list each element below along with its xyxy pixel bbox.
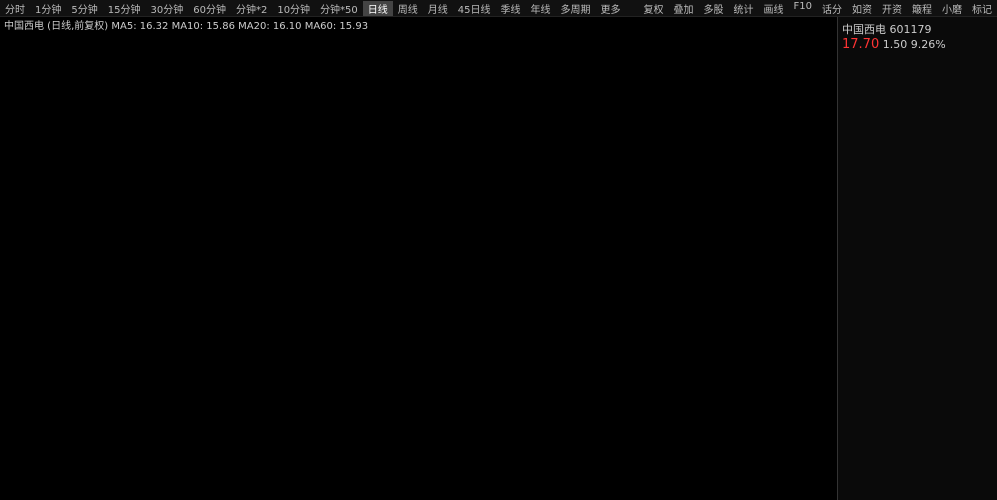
stock-header: 中国西电 601179 — [842, 21, 993, 37]
period-tab[interactable]: 年线 — [526, 1, 556, 16]
toolbar-button[interactable]: 多股 — [699, 1, 729, 16]
toolbar-button[interactable]: 复权 — [639, 1, 669, 16]
period-tab[interactable]: 5分钟 — [66, 1, 102, 16]
period-tab[interactable]: 分钟*2 — [231, 1, 272, 16]
toolbar-button[interactable]: 统计 — [729, 1, 759, 16]
period-tab[interactable]: 日线 — [362, 0, 393, 16]
quote-line: 17.70 1.50 9.26% — [842, 37, 993, 52]
period-tab[interactable]: 分时 — [0, 1, 30, 16]
period-tabs: 分时 1分钟 5分钟 15分钟 30分钟 60分钟 分钟*2 10分钟 分钟*50 日线 周线 月线 4… — [0, 0, 626, 16]
toolbar-button[interactable]: 小磨 — [937, 1, 967, 16]
toolbar-button[interactable]: 画线 — [759, 1, 789, 16]
period-tab[interactable]: 10分钟 — [272, 1, 315, 16]
period-tab[interactable]: 60分钟 — [188, 1, 231, 16]
toolbar-button[interactable]: 标记 — [967, 1, 997, 16]
quote-sidebar: 中国西电 601179 17.70 1.50 9.26% — [837, 17, 997, 500]
period-tab[interactable]: 45日线 — [453, 1, 496, 16]
price-chart[interactable] — [0, 32, 835, 500]
chart-info: 中国西电 (日线,前复权) MA5: 16.32 MA10: 15.86 MA2… — [0, 17, 368, 32]
ma10-label: MA10: 15.86 — [171, 21, 235, 32]
period-tab[interactable]: 15分钟 — [103, 1, 146, 16]
price-change-pct: 9.26% — [910, 38, 946, 51]
stock-title: 中国西电 601179 — [842, 23, 932, 36]
toolbar-button[interactable]: 簸程 — [907, 1, 937, 16]
period-tab[interactable]: 季线 — [496, 1, 526, 16]
last-price: 17.70 — [842, 37, 880, 52]
price-change: 1.50 — [882, 38, 908, 51]
top-toolbar: 分时 1分钟 5分钟 15分钟 30分钟 60分钟 分钟*2 10分钟 分钟*50 日线 周线 月线 4… — [0, 0, 997, 17]
period-tab[interactable]: 分钟*50 — [315, 1, 363, 16]
toolbar-button[interactable]: 叠加 — [669, 1, 699, 16]
period-tab[interactable]: 1分钟 — [30, 1, 66, 16]
ma5-label: MA5: 16.32 — [111, 21, 169, 32]
period-tab[interactable]: 多周期 — [556, 1, 596, 16]
period-tab[interactable]: 月线 — [423, 1, 453, 16]
ma20-label: MA20: 16.10 — [238, 21, 302, 32]
ma60-label: MA60: 15.93 — [304, 21, 369, 32]
chart-toolbar: 复权 叠加 多股 统计 画线 F10 话分 如资 开资 簸程 小磨 标记 — [639, 1, 997, 16]
toolbar-button[interactable]: 如资 — [847, 1, 877, 16]
period-tab[interactable]: 更多 — [596, 1, 626, 16]
toolbar-button[interactable]: F10 — [789, 1, 817, 16]
period-tab[interactable]: 周线 — [393, 1, 423, 16]
toolbar-button[interactable]: 开资 — [877, 1, 907, 16]
period-tab[interactable]: 30分钟 — [145, 1, 188, 16]
toolbar-button[interactable]: 话分 — [817, 1, 847, 16]
stock-name-label: 中国西电 (日线,前复权) — [4, 21, 109, 32]
